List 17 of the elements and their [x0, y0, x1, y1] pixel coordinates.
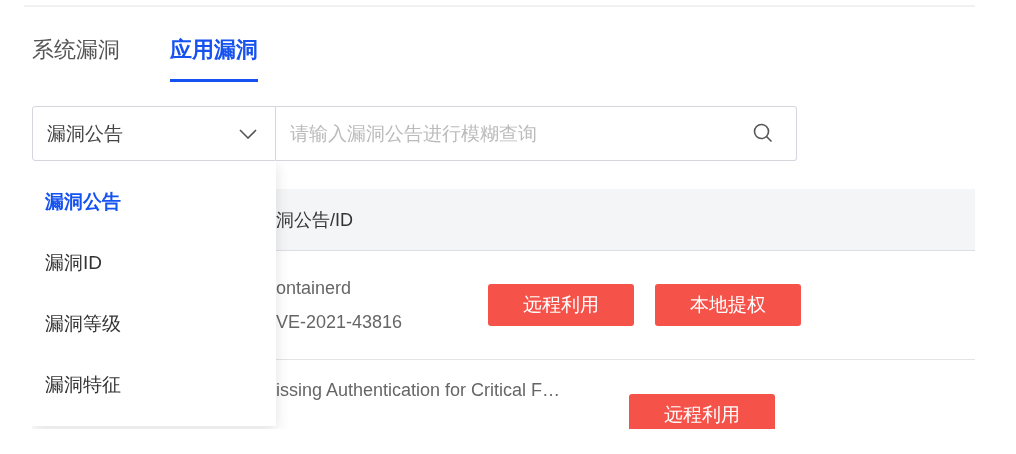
- dropdown-option[interactable]: 漏洞公告: [32, 181, 276, 223]
- tag: 本地提权: [655, 284, 801, 326]
- tag: 远程利用: [488, 284, 634, 326]
- tab[interactable]: 应用漏洞: [170, 29, 258, 82]
- dropdown-option[interactable]: 漏洞等级: [32, 303, 276, 345]
- vulnerability-name: issing Authentication for Critical F…: [276, 380, 561, 401]
- tab[interactable]: 系统漏洞: [32, 29, 120, 82]
- column-header: 洞公告/ID: [276, 208, 353, 232]
- vulnerability-id: VE-2021-43816: [276, 311, 404, 333]
- search-icon[interactable]: [753, 123, 773, 143]
- tag: 远程利用: [629, 394, 776, 429]
- dropdown-option[interactable]: 漏洞ID: [32, 242, 276, 284]
- field-select[interactable]: 漏洞公告: [32, 106, 276, 161]
- dropdown-option[interactable]: 漏洞特征: [32, 364, 276, 406]
- chevron-down-icon: [239, 128, 257, 139]
- vulnerability-name: ontainerd: [276, 277, 353, 299]
- search-field[interactable]: 请输入漏洞公告进行模糊查询: [276, 106, 797, 161]
